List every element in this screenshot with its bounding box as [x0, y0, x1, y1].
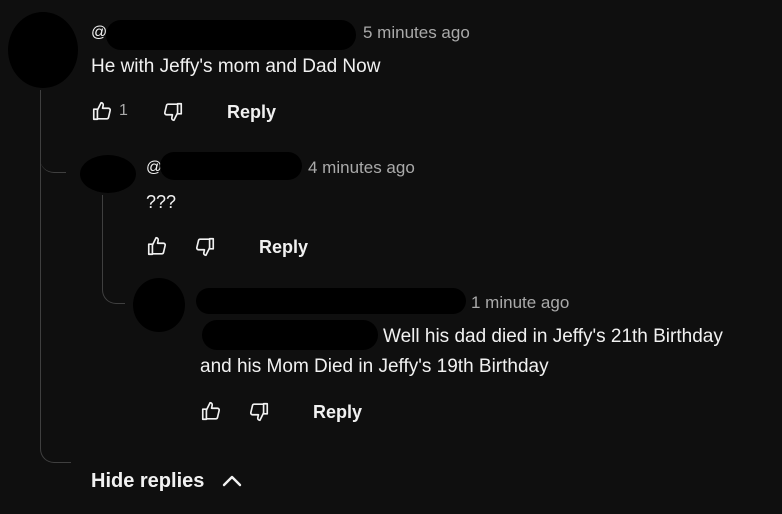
avatar[interactable] [133, 278, 185, 332]
comment-text-line-2: and his Mom Died in Jeffy's 19th Birthda… [200, 356, 549, 377]
comment-text: ??? [146, 192, 177, 212]
like-button[interactable]: 1 [91, 100, 128, 122]
chevron-up-icon [220, 469, 244, 493]
like-count: 1 [119, 102, 128, 119]
reply-button[interactable]: Reply [259, 237, 308, 258]
like-button[interactable] [146, 235, 168, 257]
dislike-button[interactable] [248, 401, 270, 423]
reply-button[interactable]: Reply [227, 102, 276, 123]
comment-text: He with Jeffy's mom and Dad Now [91, 56, 381, 77]
comment-time[interactable]: 4 minutes ago [308, 158, 415, 178]
avatar[interactable] [8, 12, 78, 88]
redacted-author-name [160, 152, 302, 180]
comment-time[interactable]: 5 minutes ago [363, 23, 470, 43]
dislike-icon [162, 101, 184, 123]
like-button[interactable] [200, 400, 222, 422]
thread-line-nested-hook [40, 100, 66, 173]
hide-replies-label: Hide replies [91, 469, 205, 492]
like-icon [146, 235, 168, 257]
hide-replies-button[interactable]: Hide replies [91, 469, 244, 493]
reply-button[interactable]: Reply [313, 402, 362, 423]
avatar[interactable] [80, 155, 136, 193]
comment-text-line-1: Well his dad died in Jeffy's 21th Birthd… [383, 326, 723, 347]
dislike-icon [194, 236, 216, 258]
thread-line-reply [102, 195, 125, 304]
dislike-button[interactable] [194, 236, 216, 258]
comment-time[interactable]: 1 minute ago [471, 293, 569, 313]
like-icon [91, 100, 113, 122]
redacted-author-name [106, 20, 356, 50]
dislike-button[interactable] [162, 101, 184, 123]
author-handle[interactable]: @ [91, 24, 107, 42]
dislike-icon [248, 401, 270, 423]
like-icon [200, 400, 222, 422]
redacted-mention [202, 320, 378, 350]
redacted-author-name [196, 288, 466, 314]
